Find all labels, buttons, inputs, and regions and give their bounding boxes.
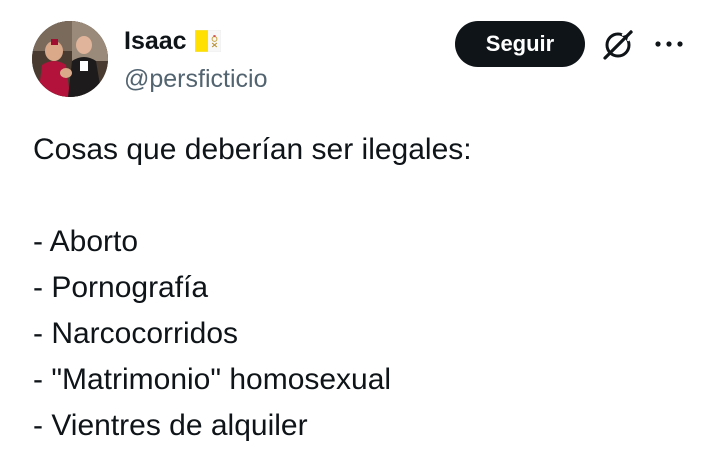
vatican-flag-icon [194, 29, 221, 53]
tweet-list-item: - Vientres de alquiler [33, 409, 308, 442]
tweet-text: Cosas que deberían ser ilegales: - Abort… [33, 127, 703, 449]
follow-button[interactable]: Seguir [455, 21, 585, 67]
tweet-list-item: - Narcocorridos [33, 317, 239, 350]
more-options-icon[interactable] [653, 36, 685, 52]
tweet-line-title: Cosas que deberían ser ilegales: [33, 133, 472, 166]
tweet-list-item: - Aborto [33, 225, 139, 258]
tweet-card: Isaac @persficticio Seguir Cosas que deb… [0, 0, 720, 459]
tweet-list-item: - Pornografía [33, 271, 209, 304]
avatar[interactable] [32, 21, 108, 97]
tweet-list-item: - "Matrimonio" homosexual [33, 363, 392, 396]
grok-icon[interactable] [600, 27, 636, 63]
profile-photo-icon [32, 21, 108, 97]
user-handle[interactable]: @persficticio [124, 64, 267, 94]
user-name-row: Isaac [124, 26, 221, 56]
display-name[interactable]: Isaac [124, 26, 187, 56]
